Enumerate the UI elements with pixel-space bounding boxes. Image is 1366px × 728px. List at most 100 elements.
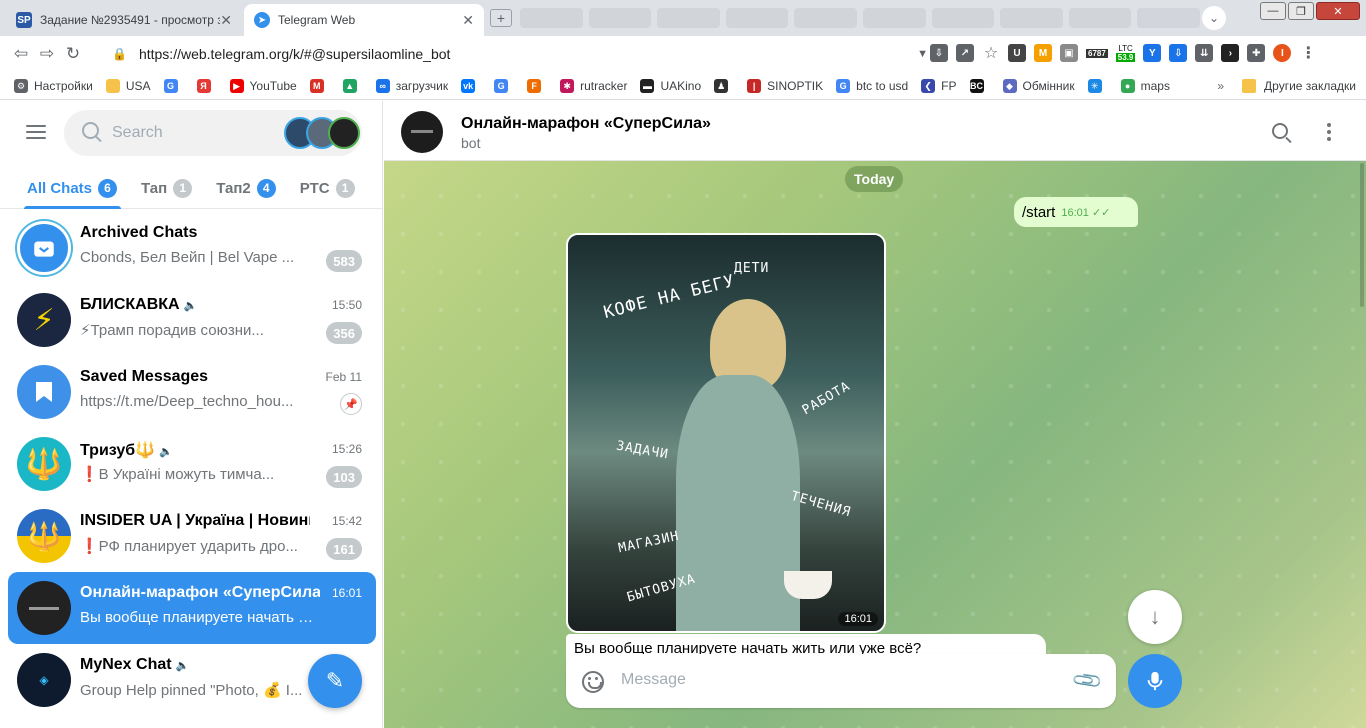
trident-avatar-icon: 🔱 xyxy=(17,437,71,491)
bookmark-item[interactable]: | SINOPTIK xyxy=(747,78,823,93)
bookmark-avatar-icon xyxy=(17,365,71,419)
btc-price-extension[interactable]: 6787 xyxy=(1086,48,1108,58)
chat-item-tryzub[interactable]: 🔱 Тризуб🔱 🔈 15:26 ❗В Україні можуть тимча… xyxy=(8,428,376,500)
bookmark-star-icon[interactable]: ☆ xyxy=(982,44,1000,62)
supersila-avatar xyxy=(17,581,71,635)
minimize-button[interactable]: — xyxy=(1260,2,1286,20)
browser-tab-telegram[interactable]: ➤ Telegram Web ✕ xyxy=(244,4,484,36)
voice-record-button[interactable] xyxy=(1128,654,1182,708)
forward-arrow-icon[interactable]: ⇨ xyxy=(34,44,60,64)
reload-icon[interactable]: ↻ xyxy=(60,44,86,64)
browser-tabbar: SP Задание №2935491 - просмотр з ✕ ➤ Tel… xyxy=(0,0,1366,36)
omnibox-dropdown-icon[interactable]: ▼ xyxy=(917,48,928,60)
emoji-icon[interactable] xyxy=(582,671,604,693)
chat-header[interactable]: Онлайн-марафон «СуперСила» bot xyxy=(384,101,1366,161)
vk-bookmark-icon[interactable]: vk xyxy=(461,78,481,93)
puzzle-extensions-icon[interactable]: ✚ xyxy=(1247,44,1266,62)
maximize-button[interactable]: ❐ xyxy=(1288,2,1314,20)
more-options-icon[interactable] xyxy=(1327,123,1331,144)
telegram-favicon-icon: ➤ xyxy=(254,12,270,28)
url-text: https://web.telegram.org/k/#@supersilaom… xyxy=(138,46,451,62)
share-icon[interactable]: ↗ xyxy=(956,44,974,62)
tab-tap[interactable]: Тап 1 xyxy=(129,167,204,209)
search-icon xyxy=(82,122,99,139)
bookmarks-bar: ⚙ Настройки USA G Я ▶ YouTube M ▲ ∞ загрузч… xyxy=(0,72,1366,100)
translate-bookmark-icon[interactable]: G xyxy=(494,78,514,93)
chat-scrollbar[interactable] xyxy=(1360,163,1364,307)
ukraine-avatar-icon: 🔱 xyxy=(17,509,71,563)
browser-menu-icon[interactable]: ⋮ xyxy=(1299,44,1317,62)
bookmark-item[interactable]: ▶ YouTube xyxy=(229,78,297,93)
address-bar[interactable]: 🔒 https://web.telegram.org/k/#@supersila… xyxy=(102,40,932,68)
tab-search-chevron-icon[interactable]: ⌄ xyxy=(1202,6,1226,30)
attach-paperclip-icon[interactable]: 📎 xyxy=(1070,663,1105,698)
y-extension-icon[interactable]: Y xyxy=(1143,44,1162,62)
tab-tap2[interactable]: Тап2 4 xyxy=(204,167,288,209)
tab-title: Задание №2935491 - просмотр з xyxy=(40,13,220,27)
star-bookmark-icon[interactable]: ✳ xyxy=(1087,78,1108,93)
sp-favicon-icon: SP xyxy=(16,12,32,28)
conversation-panel: Онлайн-марафон «СуперСила» bot Today /st… xyxy=(384,101,1366,728)
close-tab-icon[interactable]: ✕ xyxy=(462,12,474,29)
message-composer[interactable]: Message 📎 xyxy=(566,654,1116,708)
chat-item-insider-ua[interactable]: 🔱 INSIDER UA | Україна | Новини🔈 15:42 ❗… xyxy=(8,500,376,572)
new-message-pencil-button[interactable]: ✎ xyxy=(308,654,362,708)
microphone-icon xyxy=(1147,671,1163,691)
drive-bookmark-icon[interactable]: ▲ xyxy=(342,78,363,93)
muted-icon: 🔈 xyxy=(159,446,173,458)
arrow-extension-icon[interactable]: › xyxy=(1221,44,1240,62)
chat-avatar[interactable] xyxy=(401,111,443,153)
date-divider: Today xyxy=(845,166,904,192)
new-tab-button[interactable]: + xyxy=(490,9,512,27)
bookmark-item[interactable]: ▬ UAKino xyxy=(640,78,701,93)
bookmark-item[interactable]: ✱ rutracker xyxy=(560,78,627,93)
bookmark-item[interactable]: ∞ загрузчик xyxy=(375,78,448,93)
hamburger-menu-icon[interactable] xyxy=(26,125,46,143)
stories-avatars[interactable] xyxy=(284,117,360,149)
bookmark-item[interactable]: ◆ Обмінник xyxy=(1002,78,1075,93)
window-controls: — ❐ ✕ xyxy=(1260,2,1360,20)
more-bookmarks-icon[interactable]: » xyxy=(1217,79,1224,93)
extension-icon[interactable]: ▣ xyxy=(1060,44,1078,62)
tab-all-chats[interactable]: All Chats 6 xyxy=(0,167,129,209)
bookmark-item[interactable]: ❮ FP xyxy=(921,78,957,93)
pin-icon: 📌 xyxy=(340,393,362,415)
bookmark-item[interactable]: USA xyxy=(105,78,151,93)
bookmark-icon[interactable]: ♟ xyxy=(714,78,734,93)
unread-badge: 103 xyxy=(326,466,362,488)
download-extension-icon[interactable]: ⇩ xyxy=(1169,44,1188,62)
install-icon[interactable]: ⇩ xyxy=(930,44,948,62)
mynex-avatar: ◈ xyxy=(17,653,71,707)
bookmark-item[interactable]: ● maps xyxy=(1120,78,1170,93)
metamask-extension-icon[interactable]: M xyxy=(1034,44,1052,62)
unread-badge: 583 xyxy=(326,250,362,272)
chat-item-saved-messages[interactable]: Saved Messages Feb 11 https://t.me/Deep_… xyxy=(8,356,376,428)
chat-item-blyskavka[interactable]: ⚡ БЛИСКАВКА 🔈 15:50 ⚡Трамп порадив союзни… xyxy=(8,284,376,356)
gmail-bookmark-icon[interactable]: M xyxy=(309,78,330,93)
bookmark-item[interactable]: Gbtc to usd xyxy=(836,78,908,93)
save-extension-icon[interactable]: ⇊ xyxy=(1195,44,1214,62)
outgoing-message[interactable]: /start 16:01 ✓✓ xyxy=(1014,197,1139,227)
tab-rtc[interactable]: РТС 1 xyxy=(288,167,367,209)
yandex-bookmark-icon[interactable]: Я xyxy=(196,78,217,93)
ltc-price-extension[interactable]: LTC 53.9 xyxy=(1115,44,1136,62)
other-bookmarks[interactable]: » Другие закладки xyxy=(1217,79,1356,93)
profile-avatar[interactable]: I xyxy=(1273,44,1292,62)
scroll-down-button[interactable]: ↓ xyxy=(1128,590,1182,644)
story-avatar[interactable] xyxy=(328,117,360,149)
back-arrow-icon[interactable]: ⇦ xyxy=(8,44,34,64)
google-bookmark-icon[interactable]: G xyxy=(163,78,184,93)
close-tab-icon[interactable]: ✕ xyxy=(220,12,232,29)
unread-badge: 356 xyxy=(326,322,362,344)
f-bookmark-icon[interactable]: F xyxy=(527,78,547,93)
shield-extension-icon[interactable]: U xyxy=(1008,44,1026,62)
message-photo[interactable]: КОФЕ НА БЕГУ ДЕТИ РАБОТА ЗАДАЧИ ТЕЧЕНИЯ … xyxy=(566,233,886,633)
bc-bookmark-icon[interactable]: BC xyxy=(969,78,990,93)
window-close-button[interactable]: ✕ xyxy=(1316,2,1360,20)
search-in-chat-icon[interactable] xyxy=(1272,123,1288,139)
browser-tab-task[interactable]: SP Задание №2935491 - просмотр з ✕ xyxy=(6,4,242,36)
message-input[interactable]: Message xyxy=(621,671,686,689)
bookmark-item[interactable]: ⚙ Настройки xyxy=(14,78,93,93)
chat-item-supersila[interactable]: Онлайн-марафон «СуперСила» 16:01 Вы вооб… xyxy=(8,572,376,644)
chat-item-archived[interactable]: Archived Chats Cbonds, Бел Вейп | Bel Va… xyxy=(8,212,376,284)
